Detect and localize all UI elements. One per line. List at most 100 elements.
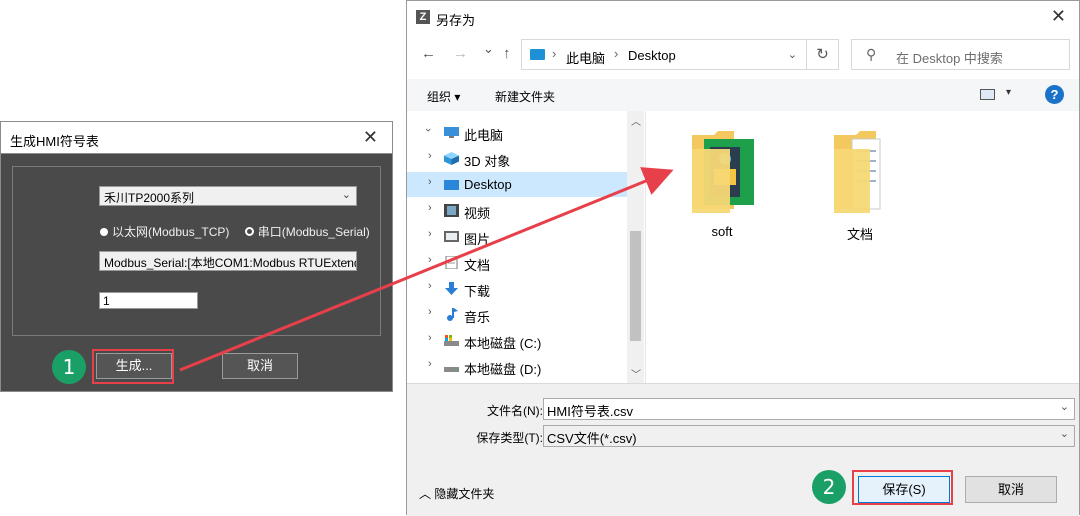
tree-item-label: 本地磁盘 (D:) (464, 362, 542, 377)
cancel-button[interactable]: 取消 (965, 476, 1057, 503)
breadcrumb-separator: › (614, 46, 619, 61)
number-input[interactable]: 1 (99, 292, 198, 309)
search-placeholder: 在 Desktop 中搜索 (896, 51, 1003, 66)
save-as-dialog: Z 另存为 ✕ ← → ⌄ ↑ › 此电脑 › Desktop ⌄ ↻ ⚲ 在 … (406, 0, 1080, 516)
hmi-symbol-table-dialog: 生成HMI符号表 ✕ 禾川TP2000系列 ⌄ 以太网(Modbus_TCP) … (0, 121, 393, 392)
tree-item-label: Desktop (464, 177, 512, 192)
radio-ethernet-label[interactable]: 以太网(Modbus_TCP) (112, 225, 229, 239)
hide-folders-label: 隐藏文件夹 (434, 487, 495, 501)
drive-c-icon (444, 335, 459, 346)
file-item-soft[interactable]: soft (677, 129, 767, 239)
back-arrow-icon[interactable]: ← (421, 45, 436, 62)
breadcrumb-desktop[interactable]: Desktop (628, 48, 676, 63)
forward-arrow-icon[interactable]: → (453, 45, 468, 62)
tree-item-label: 3D 对象 (464, 154, 511, 169)
save-dialog-titlebar: Z 另存为 ✕ (407, 1, 1079, 34)
chevron-down-icon[interactable]: ⌄ (788, 48, 797, 61)
view-dropdown-icon[interactable]: ▾ (1006, 87, 1011, 98)
music-icon (447, 308, 458, 321)
chevron-right-icon[interactable]: › (428, 254, 432, 266)
filename-label: 文件名(N): (487, 404, 543, 418)
chevron-right-icon[interactable]: › (428, 150, 432, 162)
series-select[interactable]: 禾川TP2000系列 ⌄ (99, 186, 357, 206)
scroll-down-icon[interactable]: ﹀ (631, 366, 641, 381)
filename-value: HMI符号表.csv (547, 404, 633, 419)
step-1-badge: 1 (52, 350, 86, 384)
tree-item-downloads[interactable]: › 下载 (407, 276, 627, 301)
chevron-down-icon[interactable]: ⌄ (1060, 427, 1069, 440)
chevron-right-icon[interactable]: › (428, 358, 432, 370)
radio-serial-label[interactable]: 串口(Modbus_Serial) (258, 225, 370, 239)
file-item-label: 文档 (846, 227, 873, 242)
tree-item-desktop[interactable]: › Desktop (407, 172, 627, 197)
tree-item-music[interactable]: › 音乐 (407, 302, 627, 327)
hide-folders-toggle[interactable]: ︿ 隐藏文件夹 (419, 485, 494, 502)
filename-input[interactable]: HMI符号表.csv ⌄ (543, 398, 1075, 420)
chevron-right-icon[interactable]: › (428, 202, 432, 214)
help-icon[interactable]: ? (1045, 85, 1064, 104)
chevron-right-icon[interactable]: › (428, 176, 432, 188)
cancel-button[interactable]: 取消 (222, 353, 298, 379)
tree-item-drive-c[interactable]: › 本地磁盘 (C:) (407, 328, 627, 353)
connection-select[interactable]: Modbus_Serial:[本地COM1:Modbus RTUExtend ⌄ (99, 251, 357, 271)
folder-icon (692, 131, 754, 213)
pictures-icon (444, 231, 459, 242)
app-logo-icon: Z (416, 10, 430, 24)
search-icon: ⚲ (866, 46, 877, 62)
new-folder-button[interactable]: 新建文件夹 (495, 88, 555, 105)
tree-item-label: 此电脑 (464, 128, 504, 143)
address-bar[interactable]: › 此电脑 › Desktop ⌄ (521, 39, 807, 70)
tree-item-documents[interactable]: › 文档 (407, 250, 627, 275)
tree-scrollbar[interactable]: ︿ ﹀ (627, 111, 644, 383)
chevron-right-icon[interactable]: › (428, 332, 432, 344)
computer-icon (444, 127, 459, 138)
filetype-select[interactable]: CSV文件(*.csv) ⌄ (543, 425, 1075, 447)
hmi-dialog-titlebar: 生成HMI符号表 ✕ (1, 122, 392, 154)
chevron-right-icon[interactable]: › (428, 228, 432, 240)
chevron-up-icon: ︿ (419, 487, 432, 501)
tree-item-3d-objects[interactable]: › 3D 对象 (407, 146, 627, 171)
tree-item-videos[interactable]: › 视频 (407, 198, 627, 223)
chevron-expanded-icon[interactable]: › (422, 128, 434, 132)
close-icon[interactable]: ✕ (1051, 6, 1066, 27)
organize-menu[interactable]: 组织 ▾ (427, 88, 460, 105)
close-icon[interactable]: ✕ (363, 127, 378, 148)
pane-divider (645, 111, 646, 383)
scroll-up-icon[interactable]: ︿ (631, 113, 641, 128)
tree-item-label: 视频 (464, 206, 491, 221)
documents-icon (445, 256, 458, 269)
generate-button-highlight (92, 349, 174, 384)
recent-locations-icon[interactable]: ⌄ (483, 41, 494, 57)
radio-ethernet-selected[interactable] (100, 228, 108, 236)
3d-objects-icon (444, 152, 459, 165)
this-pc-icon (530, 49, 545, 60)
up-arrow-icon[interactable]: ↑ (503, 45, 511, 62)
breadcrumb-this-pc[interactable]: 此电脑 (566, 48, 605, 67)
hmi-dialog-title: 生成HMI符号表 (10, 134, 99, 149)
navigation-tree: › 此电脑 › 3D 对象 › Desktop › 视频 › 图片 › 文档 ›… (407, 111, 647, 383)
chevron-right-icon[interactable]: › (428, 306, 432, 318)
breadcrumb-separator: › (552, 46, 557, 61)
filetype-label: 保存类型(T): (476, 431, 543, 445)
tree-item-drive-d[interactable]: › 本地磁盘 (D:) (407, 354, 627, 379)
connection-select-value: Modbus_Serial:[本地COM1:Modbus RTUExtend (104, 256, 357, 270)
protocol-radio-group: 以太网(Modbus_TCP) 串口(Modbus_Serial) (100, 223, 370, 240)
download-icon (445, 282, 458, 295)
tree-item-this-pc[interactable]: › 此电脑 (407, 120, 627, 145)
view-mode-icon[interactable] (980, 89, 995, 100)
scrollbar-thumb[interactable] (630, 231, 641, 341)
save-dialog-title: 另存为 (436, 13, 476, 28)
tree-item-label: 下载 (464, 284, 491, 299)
search-input[interactable]: ⚲ 在 Desktop 中搜索 (851, 39, 1070, 70)
tree-item-label: 文档 (464, 258, 491, 273)
command-toolbar: 组织 ▾ 新建文件夹 ▾ ? (407, 79, 1079, 111)
chevron-right-icon[interactable]: › (428, 280, 432, 292)
chevron-down-icon[interactable]: ⌄ (1060, 400, 1069, 413)
file-item-documents[interactable]: 文档 (815, 129, 905, 243)
radio-serial[interactable] (244, 227, 254, 236)
step-2-badge: 2 (812, 470, 846, 504)
tree-item-pictures[interactable]: › 图片 (407, 224, 627, 249)
desktop-icon (444, 180, 459, 190)
file-item-label: soft (711, 224, 733, 239)
refresh-button[interactable]: ↻ (807, 39, 839, 70)
